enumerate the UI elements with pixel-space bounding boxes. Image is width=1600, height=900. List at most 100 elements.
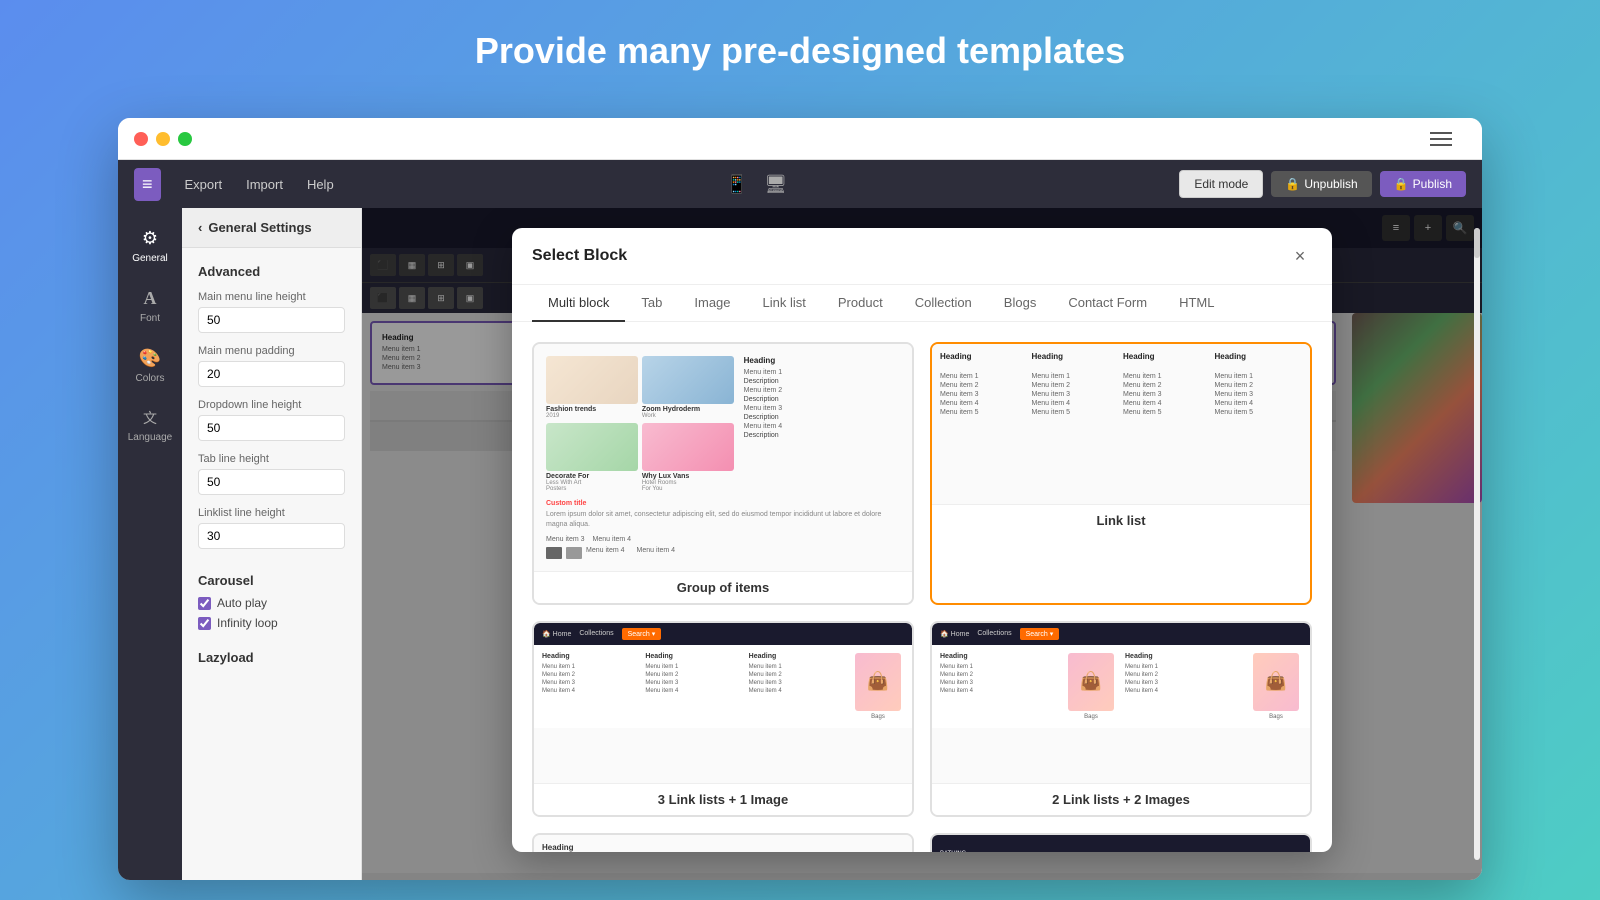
3ll-col2-i4: Menu item 4 <box>645 688 740 694</box>
template-link-list-label: Link list <box>932 504 1310 536</box>
template-3ll-label: 3 Link lists + 1 Image <box>534 783 912 815</box>
settings-back-button[interactable]: ‹ General Settings <box>182 208 361 248</box>
modal-overlay: Select Block × Multi block Tab Image Lin… <box>362 208 1482 880</box>
input-main-menu-line-height[interactable] <box>198 307 345 333</box>
sidebar-item-font[interactable]: A Font <box>118 280 182 332</box>
sidebar-item-colors[interactable]: 🎨 Colors <box>118 340 182 392</box>
input-dropdown-line-height[interactable] <box>198 415 345 441</box>
infinity-loop-label: Infinity loop <box>217 616 278 630</box>
3ll-col-1: Heading Menu item 1 Menu item 2 Menu ite… <box>542 653 637 720</box>
input-tab-line-height[interactable] <box>198 469 345 495</box>
group-menu: Heading Menu item 1 Description Menu ite… <box>744 356 900 492</box>
menu-icon[interactable]: ≡ <box>134 168 161 201</box>
3ll-col3-i2: Menu item 2 <box>749 672 844 678</box>
tab-html[interactable]: HTML <box>1163 285 1230 322</box>
group-img-3 <box>546 423 638 471</box>
desktop-icon[interactable]: 🖥 <box>764 174 787 195</box>
group-menu-desc1: Description <box>744 378 900 385</box>
tab-collection[interactable]: Collection <box>899 285 988 322</box>
2ll-nav: 🏠 Home Collections Search ▾ <box>932 623 1310 645</box>
ll-col-2: Menu item 1 Menu item 2 Menu item 3 Menu… <box>1032 373 1120 418</box>
template-link-list[interactable]: Heading Heading Heading Heading Menu ite… <box>930 342 1312 605</box>
ll-c1-i1: Menu item 1 <box>940 373 1028 380</box>
tab-product[interactable]: Product <box>822 285 899 322</box>
autoplay-checkbox[interactable] <box>198 597 211 610</box>
group-bottom-item4: Menu item 4 <box>593 536 632 543</box>
template-2ll-2img[interactable]: 🏠 Home Collections Search ▾ Heading <box>930 621 1312 817</box>
tab-multi-block[interactable]: Multi block <box>532 285 625 322</box>
tab-image[interactable]: Image <box>678 285 746 322</box>
group-icon-row: Menu item 4 Menu item 4 <box>546 547 900 559</box>
carousel-section-title: Carousel <box>198 573 345 588</box>
ll-items-grid: Menu item 1 Menu item 2 Menu item 3 Menu… <box>940 373 1302 418</box>
publish-button[interactable]: 🔒 Publish <box>1380 171 1466 197</box>
3ll-col1-i3: Menu item 3 <box>542 680 637 686</box>
nav-export[interactable]: Export <box>185 177 223 192</box>
group-images: Fashion trends 2019 Zoom Hydroderm Work <box>546 356 734 492</box>
2ll-col1-heading: Heading <box>940 653 1057 660</box>
ll-c3-i4: Menu item 4 <box>1123 400 1211 407</box>
edit-mode-button[interactable]: Edit mode <box>1179 170 1263 198</box>
toolbar-center: 📱 🖥 <box>358 174 1156 195</box>
field-main-menu-line-height: Main menu line height <box>198 291 345 345</box>
3ll-bag-label: Bags <box>871 714 885 720</box>
input-linklist-line-height[interactable] <box>198 523 345 549</box>
group-custom-title: Custom title <box>546 500 900 507</box>
field-dropdown-line-height: Dropdown line height <box>198 399 345 453</box>
group-custom-text: Lorem ipsum dolor sit amet, consectetur … <box>546 510 900 530</box>
field-linklist-line-height: Linklist line height <box>198 507 345 561</box>
group-menu-item2: Menu item 2 <box>744 387 900 394</box>
ll-c1-i2: Menu item 2 <box>940 382 1028 389</box>
template-bottom-2[interactable]: BATHING <box>930 833 1312 852</box>
unpublish-label: Unpublish <box>1304 177 1357 191</box>
2ll-nav-collections: Collections <box>977 630 1011 637</box>
font-icon: A <box>144 288 157 309</box>
template-grid: Fashion trends 2019 Zoom Hydroderm Work <box>532 342 1312 817</box>
sidebar-item-general[interactable]: ⚙ General <box>118 220 182 272</box>
ll-c1-i4: Menu item 4 <box>940 400 1028 407</box>
template-group-of-items[interactable]: Fashion trends 2019 Zoom Hydroderm Work <box>532 342 914 605</box>
tab-tab[interactable]: Tab <box>625 285 678 322</box>
ll-c3-i5: Menu item 5 <box>1123 409 1211 416</box>
unpublish-button[interactable]: 🔒 Unpublish <box>1271 171 1371 197</box>
template-3ll-1img[interactable]: 🏠 Home Collections Search ▾ Heading <box>532 621 914 817</box>
2ll-col2-heading: Heading <box>1125 653 1242 660</box>
mobile-icon[interactable]: 📱 <box>726 174 748 195</box>
nav-import[interactable]: Import <box>246 177 283 192</box>
2ll-body: Heading Menu item 1 Menu item 2 Menu ite… <box>932 645 1310 728</box>
lock-icon-publish: 🔒 <box>1394 177 1409 191</box>
gear-icon: ⚙ <box>142 228 158 249</box>
sidebar-label-colors: Colors <box>136 373 165 384</box>
lazyload-section-title: Lazyload <box>198 650 345 665</box>
2ll-nav-home: 🏠 Home <box>940 630 969 638</box>
template-bottom-2-nav: BATHING <box>932 835 1310 852</box>
tab-contact-form[interactable]: Contact Form <box>1052 285 1163 322</box>
3ll-col2-i3: Menu item 3 <box>645 680 740 686</box>
template-bottom-1[interactable]: Heading <box>532 833 914 852</box>
group-bottom-item6: Menu item 4 <box>637 547 676 559</box>
sidebar-item-language[interactable]: 文 Language <box>118 400 182 451</box>
group-item-3: Decorate For Less With Art Posters <box>546 423 638 492</box>
maximize-button[interactable] <box>178 132 192 146</box>
input-main-menu-padding[interactable] <box>198 361 345 387</box>
hamburger-icon[interactable] <box>1430 132 1452 146</box>
ll-heading-3: Heading <box>1123 352 1211 361</box>
ll-heading-2: Heading <box>1032 352 1120 361</box>
modal-body: Fashion trends 2019 Zoom Hydroderm Work <box>512 322 1332 852</box>
settings-panel-title: General Settings <box>208 220 311 235</box>
tab-blogs[interactable]: Blogs <box>988 285 1053 322</box>
infinity-loop-checkbox[interactable] <box>198 617 211 630</box>
3ll-nav-search: Search ▾ <box>622 628 662 640</box>
tab-link-list[interactable]: Link list <box>747 285 822 322</box>
nav-help[interactable]: Help <box>307 177 334 192</box>
modal-close-button[interactable]: × <box>1288 244 1312 268</box>
label-linklist-line-height: Linklist line height <box>198 507 345 519</box>
group-item1-title: Fashion trends <box>546 406 638 413</box>
label-dropdown-line-height: Dropdown line height <box>198 399 345 411</box>
group-item-4: Why Lux Vans Hotel Rooms For You <box>642 423 734 492</box>
minimize-button[interactable] <box>156 132 170 146</box>
close-button[interactable] <box>134 132 148 146</box>
2ll-nav-search: Search ▾ <box>1020 628 1060 640</box>
title-bar <box>118 118 1482 160</box>
3ll-col-3: Heading Menu item 1 Menu item 2 Menu ite… <box>749 653 844 720</box>
